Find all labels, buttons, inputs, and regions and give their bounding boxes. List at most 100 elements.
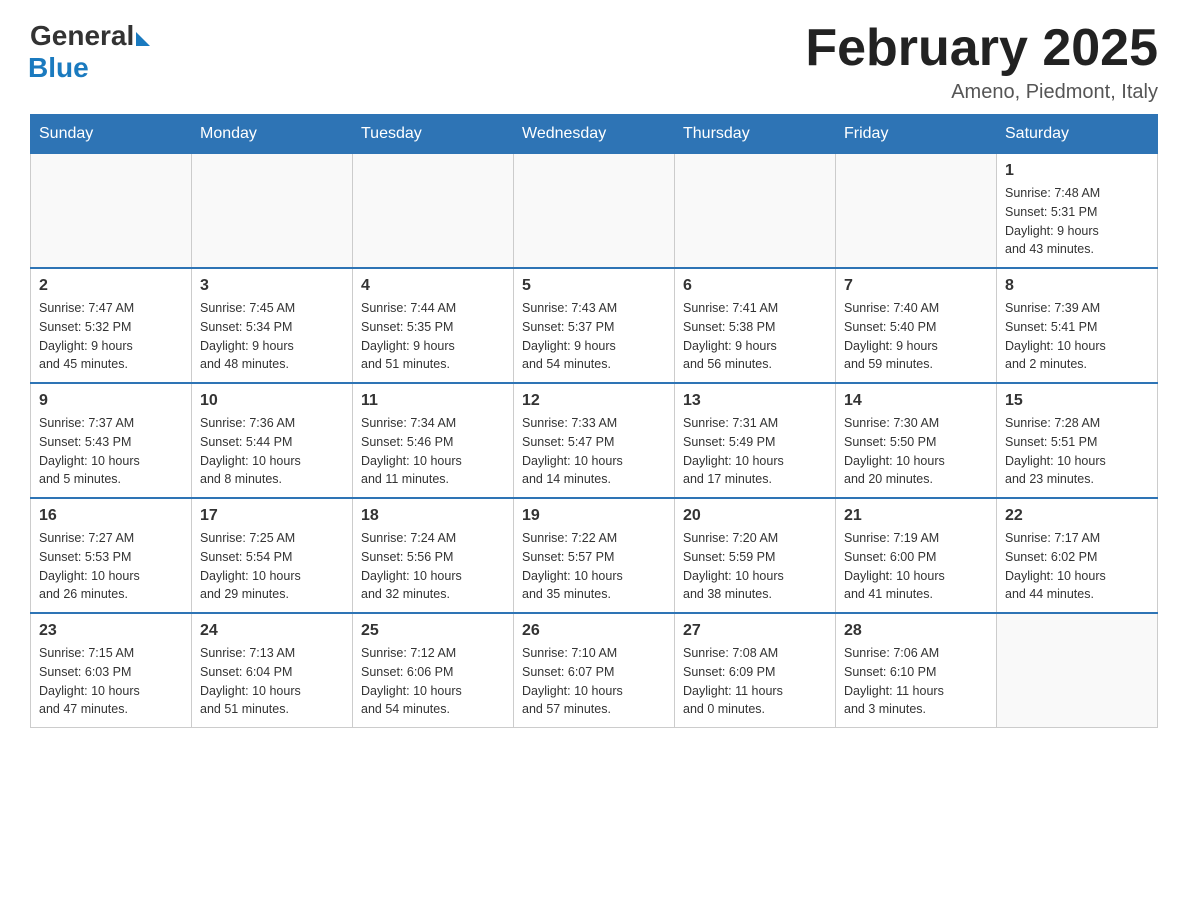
weekday-header-monday: Monday (192, 115, 353, 154)
calendar-cell: 24 Sunrise: 7:13 AM Sunset: 6:04 PM Dayli… (192, 613, 353, 728)
title-section: February 2025 Ameno, Piedmont, Italy (805, 20, 1158, 104)
calendar-cell: 10Sunrise: 7:36 AM Sunset: 5:44 PM Dayli… (192, 383, 353, 498)
calendar-cell: 7 Sunrise: 7:40 AM Sunset: 5:40 PM Daylig… (836, 268, 997, 383)
day-info: Sunrise: 7:19 AM Sunset: 6:00 PM Dayligh… (844, 529, 988, 604)
calendar-week-row: 2Sunrise: 7:47 AM Sunset: 5:32 PM Daylig… (31, 268, 1158, 383)
day-number: 2 (39, 277, 183, 295)
day-info: Sunrise: 7:20 AM Sunset: 5:59 PM Dayligh… (683, 529, 827, 604)
day-info: Sunrise: 7:28 AM Sunset: 5:51 PM Dayligh… (1005, 414, 1149, 489)
calendar-cell: 6 Sunrise: 7:41 AM Sunset: 5:38 PM Daylig… (675, 268, 836, 383)
day-info: Sunrise: 7:25 AM Sunset: 5:54 PM Dayligh… (200, 529, 344, 604)
calendar-cell: 8 Sunrise: 7:39 AM Sunset: 5:41 PM Daylig… (997, 268, 1158, 383)
calendar-cell: 27 Sunrise: 7:08 AM Sunset: 6:09 PM Dayli… (675, 613, 836, 728)
calendar-cell: 14 Sunrise: 7:30 AM Sunset: 5:50 PM Dayli… (836, 383, 997, 498)
calendar-cell: 25 Sunrise: 7:12 AM Sunset: 6:06 PM Dayli… (353, 613, 514, 728)
logo-general-text: General (30, 20, 134, 52)
day-number: 25 (361, 622, 505, 640)
day-info: Sunrise: 7:24 AM Sunset: 5:56 PM Dayligh… (361, 529, 505, 604)
weekday-header-saturday: Saturday (997, 115, 1158, 154)
page-header: General Blue February 2025 Ameno, Piedmo… (30, 20, 1158, 104)
calendar-week-row: 16Sunrise: 7:27 AM Sunset: 5:53 PM Dayli… (31, 498, 1158, 613)
day-info: Sunrise: 7:44 AM Sunset: 5:35 PM Dayligh… (361, 299, 505, 374)
day-number: 9 (39, 392, 183, 410)
day-number: 19 (522, 507, 666, 525)
day-info: Sunrise: 7:31 AM Sunset: 5:49 PM Dayligh… (683, 414, 827, 489)
calendar-cell (31, 154, 192, 269)
calendar-cell: 9 Sunrise: 7:37 AM Sunset: 5:43 PM Daylig… (31, 383, 192, 498)
weekday-header-friday: Friday (836, 115, 997, 154)
day-number: 12 (522, 392, 666, 410)
weekday-header-row: SundayMondayTuesdayWednesdayThursdayFrid… (31, 115, 1158, 154)
day-number: 6 (683, 277, 827, 295)
day-number: 21 (844, 507, 988, 525)
location: Ameno, Piedmont, Italy (805, 81, 1158, 104)
calendar-cell: 1Sunrise: 7:48 AM Sunset: 5:31 PM Daylig… (997, 154, 1158, 269)
day-number: 10 (200, 392, 344, 410)
logo: General Blue (30, 20, 150, 84)
calendar-cell: 5Sunrise: 7:43 AM Sunset: 5:37 PM Daylig… (514, 268, 675, 383)
day-number: 14 (844, 392, 988, 410)
calendar-cell: 17 Sunrise: 7:25 AM Sunset: 5:54 PM Dayli… (192, 498, 353, 613)
calendar-cell: 13 Sunrise: 7:31 AM Sunset: 5:49 PM Dayli… (675, 383, 836, 498)
calendar-week-row: 9 Sunrise: 7:37 AM Sunset: 5:43 PM Daylig… (31, 383, 1158, 498)
day-info: Sunrise: 7:06 AM Sunset: 6:10 PM Dayligh… (844, 644, 988, 719)
calendar-cell: 26 Sunrise: 7:10 AM Sunset: 6:07 PM Dayli… (514, 613, 675, 728)
day-number: 18 (361, 507, 505, 525)
day-info: Sunrise: 7:27 AM Sunset: 5:53 PM Dayligh… (39, 529, 183, 604)
calendar-cell: 19 Sunrise: 7:22 AM Sunset: 5:57 PM Dayli… (514, 498, 675, 613)
day-number: 17 (200, 507, 344, 525)
calendar-cell (675, 154, 836, 269)
calendar-cell: 11Sunrise: 7:34 AM Sunset: 5:46 PM Dayli… (353, 383, 514, 498)
logo-arrow-icon (136, 32, 150, 46)
calendar-cell (192, 154, 353, 269)
day-info: Sunrise: 7:10 AM Sunset: 6:07 PM Dayligh… (522, 644, 666, 719)
month-title: February 2025 (805, 20, 1158, 77)
day-info: Sunrise: 7:22 AM Sunset: 5:57 PM Dayligh… (522, 529, 666, 604)
day-info: Sunrise: 7:34 AM Sunset: 5:46 PM Dayligh… (361, 414, 505, 489)
weekday-header-sunday: Sunday (31, 115, 192, 154)
day-number: 20 (683, 507, 827, 525)
day-number: 4 (361, 277, 505, 295)
day-number: 13 (683, 392, 827, 410)
day-info: Sunrise: 7:08 AM Sunset: 6:09 PM Dayligh… (683, 644, 827, 719)
calendar-week-row: 1Sunrise: 7:48 AM Sunset: 5:31 PM Daylig… (31, 154, 1158, 269)
day-info: Sunrise: 7:37 AM Sunset: 5:43 PM Dayligh… (39, 414, 183, 489)
day-info: Sunrise: 7:33 AM Sunset: 5:47 PM Dayligh… (522, 414, 666, 489)
day-number: 5 (522, 277, 666, 295)
day-info: Sunrise: 7:40 AM Sunset: 5:40 PM Dayligh… (844, 299, 988, 374)
calendar-cell (997, 613, 1158, 728)
day-number: 7 (844, 277, 988, 295)
day-number: 26 (522, 622, 666, 640)
calendar-cell (836, 154, 997, 269)
day-info: Sunrise: 7:48 AM Sunset: 5:31 PM Dayligh… (1005, 184, 1149, 259)
calendar-cell: 18 Sunrise: 7:24 AM Sunset: 5:56 PM Dayli… (353, 498, 514, 613)
calendar-cell: 20 Sunrise: 7:20 AM Sunset: 5:59 PM Dayli… (675, 498, 836, 613)
calendar-cell: 21 Sunrise: 7:19 AM Sunset: 6:00 PM Dayli… (836, 498, 997, 613)
calendar-cell: 28 Sunrise: 7:06 AM Sunset: 6:10 PM Dayli… (836, 613, 997, 728)
day-number: 27 (683, 622, 827, 640)
day-number: 28 (844, 622, 988, 640)
calendar-cell: 22Sunrise: 7:17 AM Sunset: 6:02 PM Dayli… (997, 498, 1158, 613)
calendar-cell (353, 154, 514, 269)
calendar-cell: 16Sunrise: 7:27 AM Sunset: 5:53 PM Dayli… (31, 498, 192, 613)
weekday-header-wednesday: Wednesday (514, 115, 675, 154)
calendar-cell: 23Sunrise: 7:15 AM Sunset: 6:03 PM Dayli… (31, 613, 192, 728)
day-info: Sunrise: 7:13 AM Sunset: 6:04 PM Dayligh… (200, 644, 344, 719)
day-info: Sunrise: 7:15 AM Sunset: 6:03 PM Dayligh… (39, 644, 183, 719)
day-number: 15 (1005, 392, 1149, 410)
day-number: 8 (1005, 277, 1149, 295)
calendar-cell: 4 Sunrise: 7:44 AM Sunset: 5:35 PM Daylig… (353, 268, 514, 383)
day-info: Sunrise: 7:45 AM Sunset: 5:34 PM Dayligh… (200, 299, 344, 374)
day-info: Sunrise: 7:12 AM Sunset: 6:06 PM Dayligh… (361, 644, 505, 719)
day-info: Sunrise: 7:41 AM Sunset: 5:38 PM Dayligh… (683, 299, 827, 374)
calendar-cell (514, 154, 675, 269)
calendar-table: SundayMondayTuesdayWednesdayThursdayFrid… (30, 114, 1158, 728)
calendar-cell: 3Sunrise: 7:45 AM Sunset: 5:34 PM Daylig… (192, 268, 353, 383)
calendar-cell: 2Sunrise: 7:47 AM Sunset: 5:32 PM Daylig… (31, 268, 192, 383)
day-info: Sunrise: 7:39 AM Sunset: 5:41 PM Dayligh… (1005, 299, 1149, 374)
weekday-header-tuesday: Tuesday (353, 115, 514, 154)
day-number: 24 (200, 622, 344, 640)
day-info: Sunrise: 7:17 AM Sunset: 6:02 PM Dayligh… (1005, 529, 1149, 604)
day-info: Sunrise: 7:30 AM Sunset: 5:50 PM Dayligh… (844, 414, 988, 489)
weekday-header-thursday: Thursday (675, 115, 836, 154)
